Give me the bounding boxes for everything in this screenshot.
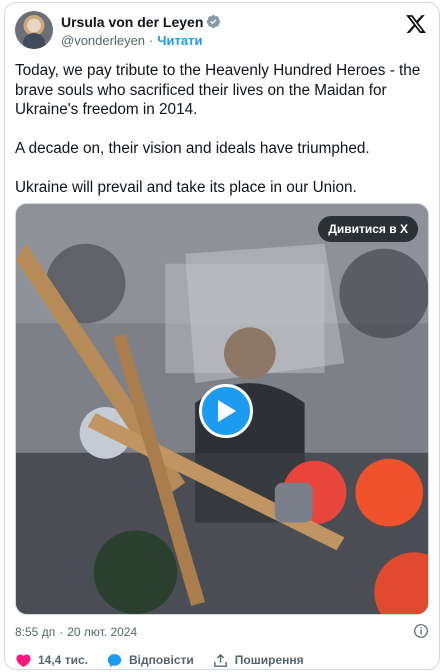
info-icon[interactable] (413, 623, 429, 639)
reply-bubble-icon (107, 653, 122, 667)
tweet-header: Ursula von der Leyen @vonderleyen · Чита… (15, 11, 429, 53)
play-icon (218, 400, 236, 422)
share-button[interactable]: Поширення (212, 652, 304, 669)
video-player[interactable]: Дивитися в X (15, 203, 429, 615)
tweet-timestamp[interactable]: 8:55 дп · 20 лют. 2024 (15, 623, 429, 641)
name-row: Ursula von der Leyen (61, 12, 221, 31)
reply-button[interactable]: Відповісти (106, 652, 194, 669)
share-label: Поширення (234, 653, 304, 667)
author-display-name[interactable]: Ursula von der Leyen (61, 14, 203, 30)
like-button[interactable]: 14,4 тис. (15, 652, 88, 669)
x-logo-icon[interactable] (405, 13, 427, 35)
tweet-date: 20 лют. 2024 (67, 625, 138, 639)
follow-button[interactable]: Читати (157, 33, 202, 48)
heart-icon (16, 653, 31, 667)
handle-row: @vonderleyen · Читати (61, 31, 221, 49)
tweet-time: 8:55 дп (15, 625, 56, 639)
tweet-card: Ursula von der Leyen @vonderleyen · Чита… (4, 2, 440, 670)
timestamp-separator: · (59, 625, 64, 639)
tweet-actions: 14,4 тис. Відповісти Поширення (15, 650, 429, 669)
verified-badge-icon (207, 14, 221, 29)
author-handle[interactable]: @vonderleyen (61, 33, 145, 48)
avatar[interactable] (15, 11, 53, 49)
handle-separator: · (149, 32, 154, 48)
author-info: Ursula von der Leyen @vonderleyen · Чита… (61, 12, 221, 49)
watch-on-x-button[interactable]: Дивитися в X (318, 216, 418, 242)
like-count: 14,4 тис. (38, 653, 88, 667)
reply-label: Відповісти (128, 653, 194, 667)
tweet-text: Today, we pay tribute to the Heavenly Hu… (15, 62, 421, 196)
play-button[interactable] (199, 384, 253, 438)
share-upload-icon (213, 653, 227, 667)
